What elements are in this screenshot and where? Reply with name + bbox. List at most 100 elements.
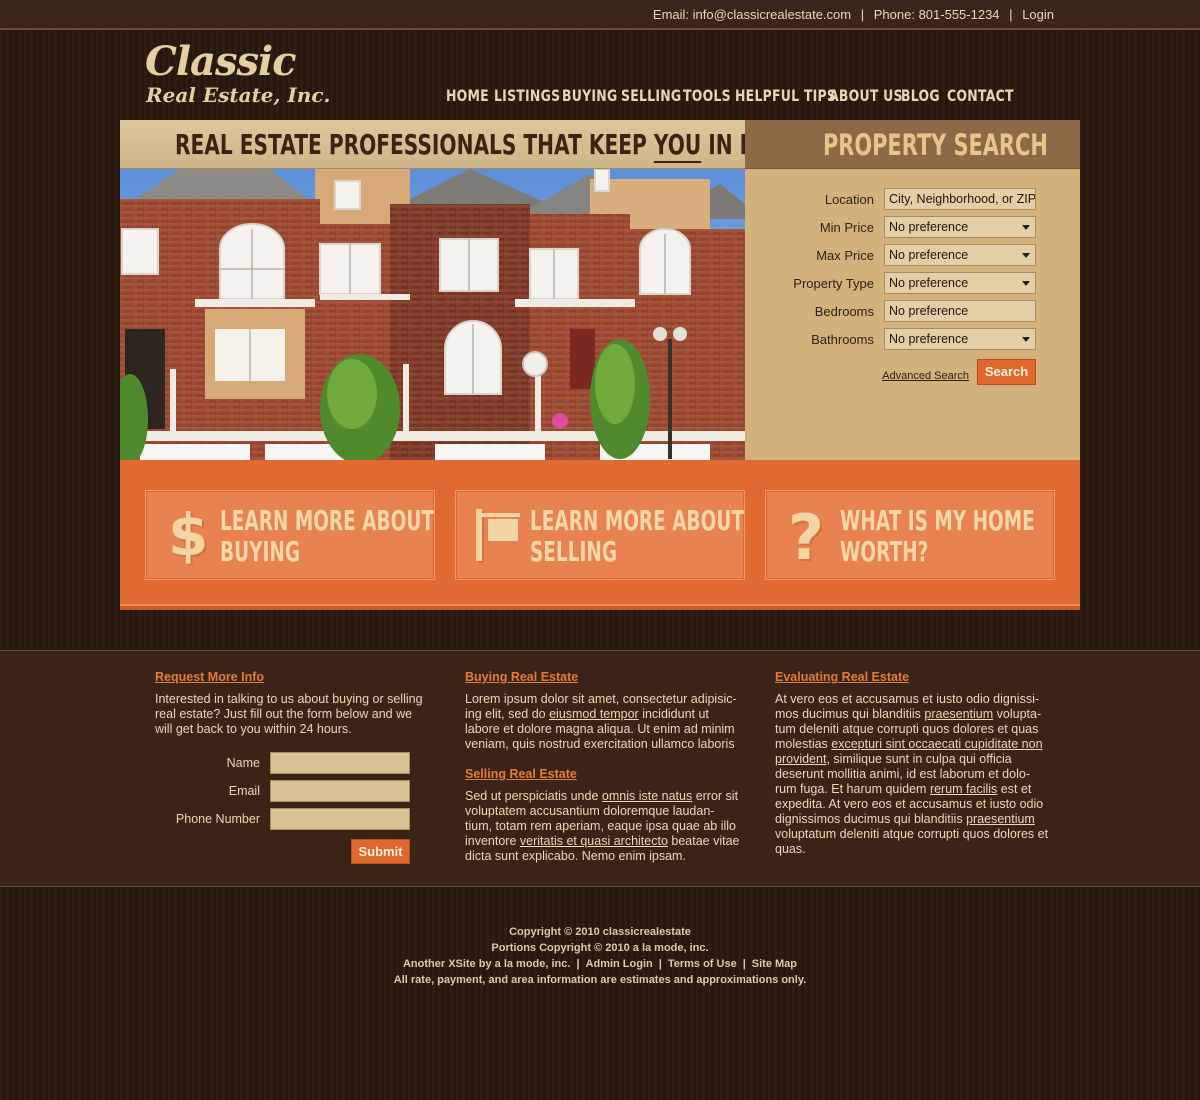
- bedrooms-input[interactable]: No preference: [884, 300, 1036, 322]
- advanced-search-link[interactable]: Advanced Search: [882, 370, 969, 382]
- disclaimer-line: All rate, payment, and area information …: [393, 974, 807, 986]
- inline-link[interactable]: praesentium: [924, 707, 993, 721]
- sign-icon: [476, 509, 520, 563]
- separator: |: [576, 958, 580, 970]
- property-search-panel: PROPERTY SEARCH Location City, Neighborh…: [745, 120, 1080, 460]
- nav-selling[interactable]: SELLING: [621, 86, 681, 105]
- hero-section: REAL ESTATE PROFESSIONALS THAT KEEP YOU …: [120, 120, 1080, 460]
- min-price-select[interactable]: No preference: [884, 216, 1036, 238]
- cta-home-worth[interactable]: ? ? WHAT IS MY HOME WORTH?: [765, 490, 1055, 580]
- svg-text:$: $: [168, 503, 208, 567]
- request-info-heading[interactable]: Request More Info: [155, 670, 430, 685]
- request-info-column: Request More Info Interested in talking …: [155, 670, 430, 864]
- evaluating-heading[interactable]: Evaluating Real Estate: [775, 670, 1050, 685]
- email-link[interactable]: info@classicrealestate.com: [693, 7, 851, 22]
- cta-line: LEARN MORE ABOUT: [530, 504, 744, 537]
- phone-number: 801-555-1234: [918, 7, 1000, 22]
- info-band: Request More Info Interested in talking …: [0, 650, 1200, 887]
- selling-heading[interactable]: Selling Real Estate: [465, 767, 740, 782]
- buying-text: Lorem ipsum dolor sit amet, consectetur …: [465, 692, 740, 752]
- cta-home-worth-label: WHAT IS MY HOME WORTH?: [840, 505, 1035, 567]
- separator: |: [1009, 7, 1013, 22]
- contact-info: Email: info@classicrealestate.com | Phon…: [653, 7, 1054, 22]
- chevron-down-icon: [1022, 225, 1030, 230]
- email-field[interactable]: [270, 780, 410, 802]
- nav-about-us[interactable]: ABOUT US: [829, 86, 903, 105]
- question-icon: ? ?: [788, 503, 826, 567]
- tagline-part: IN MIND: [708, 128, 745, 161]
- property-search-form: Location City, Neighborhood, or ZIP Min …: [745, 187, 1080, 399]
- separator: |: [860, 7, 865, 22]
- tagline-part: REAL ESTATE PROFESSIONALS THAT KEEP: [175, 128, 654, 161]
- inline-link[interactable]: veritatis et quasi architecto: [520, 834, 668, 848]
- search-row-location: Location City, Neighborhood, or ZIP: [745, 187, 1080, 215]
- nav-tools[interactable]: TOOLS: [683, 86, 731, 105]
- property-type-select[interactable]: No preference: [884, 272, 1036, 294]
- text-fragment: voluptatum deleniti atque corrupti quos …: [775, 827, 1049, 856]
- admin-login-link[interactable]: Admin Login: [586, 958, 653, 970]
- inline-link[interactable]: omnis iste natus: [602, 789, 692, 803]
- search-row-max-price: Max Price No preference: [745, 243, 1080, 271]
- phone-field[interactable]: [270, 808, 410, 830]
- login-link[interactable]: Login: [1022, 7, 1054, 22]
- inline-link[interactable]: eiusmod tempor: [549, 707, 639, 721]
- evaluating-text: At vero eos et accusamus et iusto odio d…: [775, 692, 1050, 857]
- min-price-value: No preference: [889, 220, 969, 234]
- footer: Copyright © 2010 classicrealestate Porti…: [0, 924, 1200, 988]
- bathrooms-select[interactable]: No preference: [884, 328, 1036, 350]
- cta-strip: $ $ LEARN MORE ABOUT BUYING LEARN MORE AB…: [120, 460, 1080, 610]
- nav-buying[interactable]: BUYING: [562, 86, 617, 105]
- max-price-select[interactable]: No preference: [884, 244, 1036, 266]
- chevron-down-icon: [1022, 337, 1030, 342]
- cta-line: WORTH?: [840, 535, 929, 568]
- inline-link[interactable]: rerum facilis: [930, 782, 997, 796]
- site-map-link[interactable]: Site Map: [752, 958, 797, 970]
- location-input[interactable]: City, Neighborhood, or ZIP: [884, 188, 1036, 210]
- hero-panel: REAL ESTATE PROFESSIONALS THAT KEEP YOU …: [120, 120, 745, 460]
- location-label: Location: [824, 192, 874, 207]
- search-row-bedrooms: Bedrooms No preference: [745, 299, 1080, 327]
- townhouse-photo: [120, 169, 745, 460]
- property-search-header: PROPERTY SEARCH: [745, 120, 1080, 169]
- text-fragment: Sed ut perspiciatis unde: [465, 789, 602, 803]
- min-price-label: Min Price: [819, 220, 874, 235]
- footer-links: Another XSite by a la mode, inc. | Admin L…: [0, 956, 1200, 972]
- copyright-line: Copyright © 2010 classicrealestate: [509, 926, 691, 938]
- nav-contact[interactable]: CONTACT: [947, 86, 1013, 105]
- name-field[interactable]: [270, 752, 410, 774]
- separator: |: [742, 958, 746, 970]
- nav-listings[interactable]: LISTINGS: [494, 86, 560, 105]
- bathrooms-value: No preference: [889, 332, 969, 346]
- site-logo[interactable]: Classic Real Estate, Inc.: [145, 40, 331, 107]
- bathrooms-label: Bathrooms: [811, 332, 874, 347]
- selling-text: Sed ut perspiciatis unde omnis iste natu…: [465, 789, 740, 864]
- search-row-property-type: Property Type No preference: [745, 271, 1080, 299]
- cta-selling[interactable]: LEARN MORE ABOUT SELLING: [455, 490, 745, 580]
- email-label: Email: [228, 784, 260, 798]
- email-row: Email: [155, 780, 430, 808]
- cta-buying[interactable]: $ $ LEARN MORE ABOUT BUYING: [145, 490, 435, 580]
- logo-subtitle: Real Estate, Inc.: [146, 83, 331, 107]
- hero-tagline: REAL ESTATE PROFESSIONALS THAT KEEP YOU …: [175, 128, 745, 163]
- nav-helpful-tips[interactable]: HELPFUL TIPS: [735, 86, 836, 105]
- xsite-link[interactable]: Another XSite by a la mode, inc.: [403, 958, 570, 970]
- top-bar: Email: info@classicrealestate.com | Phon…: [0, 0, 1200, 30]
- property-type-label: Property Type: [793, 276, 874, 291]
- buying-heading[interactable]: Buying Real Estate: [465, 670, 740, 685]
- nav-blog[interactable]: BLOG: [901, 86, 940, 105]
- buying-selling-column: Buying Real Estate Lorem ipsum dolor sit…: [465, 670, 740, 864]
- search-row-bathrooms: Bathrooms No preference: [745, 327, 1080, 355]
- separator: |: [658, 958, 662, 970]
- svg-text:?: ?: [788, 503, 824, 567]
- submit-button[interactable]: Submit: [351, 839, 410, 864]
- phone-label: Phone:: [873, 7, 915, 22]
- name-row: Name: [155, 752, 430, 780]
- chevron-down-icon: [1022, 253, 1030, 258]
- search-button[interactable]: Search: [977, 359, 1036, 385]
- terms-of-use-link[interactable]: Terms of Use: [668, 958, 737, 970]
- bedrooms-label: Bedrooms: [814, 304, 874, 319]
- nav-home[interactable]: HOME: [446, 86, 489, 105]
- chevron-down-icon: [1022, 281, 1030, 286]
- inline-link[interactable]: praesentium: [966, 812, 1035, 826]
- hero-banner: REAL ESTATE PROFESSIONALS THAT KEEP YOU …: [120, 120, 745, 169]
